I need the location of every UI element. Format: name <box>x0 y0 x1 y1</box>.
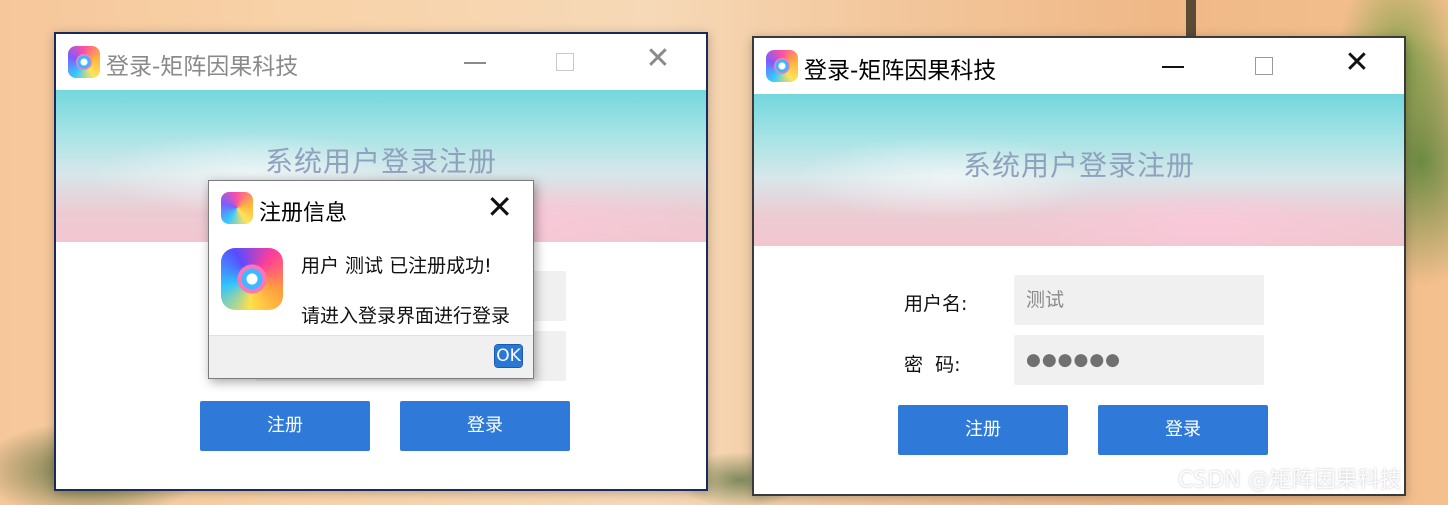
app-logo-icon <box>766 50 798 82</box>
app-logo-icon <box>221 248 283 310</box>
register-button[interactable]: 注册 <box>200 401 370 451</box>
dialog-title: 注册信息 <box>259 201 348 226</box>
dialog-footer: OK <box>209 335 533 378</box>
banner-title: 系统用户登录注册 <box>264 145 497 178</box>
palm-trunk <box>1186 0 1196 40</box>
window-title: 登录-矩阵因果科技 <box>106 54 299 80</box>
minimize-button[interactable] <box>460 48 490 78</box>
banner: 系统用户登录注册 <box>754 94 1404 246</box>
dialog-message-line1: 用户 测试 已注册成功! <box>301 255 492 277</box>
login-button[interactable]: 登录 <box>400 401 570 451</box>
maximize-icon <box>1255 57 1273 75</box>
titlebar[interactable]: 登录-矩阵因果科技 ✕ <box>754 38 1404 94</box>
password-field[interactable]: ●●●●●● <box>1014 335 1264 385</box>
password-label: 密 码: <box>904 354 961 376</box>
banner-title: 系统用户登录注册 <box>962 149 1195 182</box>
app-logo-icon <box>68 46 100 78</box>
registration-info-dialog: 注册信息 ✕ 用户 测试 已注册成功! 请进入登录界面进行登录 OK <box>208 180 534 379</box>
maximize-button[interactable] <box>1250 52 1280 82</box>
minimize-icon <box>464 62 486 64</box>
titlebar[interactable]: 登录-矩阵因果科技 ✕ <box>56 34 706 90</box>
username-label: 用户名: <box>904 293 968 315</box>
maximize-icon <box>556 53 574 71</box>
csdn-watermark: CSDN @矩阵因果科技 <box>1178 468 1402 493</box>
window-title: 登录-矩阵因果科技 <box>804 58 997 84</box>
close-button[interactable]: ✕ <box>1342 48 1372 82</box>
username-field[interactable]: 测试 <box>1014 275 1264 325</box>
register-button[interactable]: 注册 <box>898 405 1068 455</box>
maximize-button[interactable] <box>551 48 581 78</box>
close-icon: ✕ <box>1344 45 1370 80</box>
ok-button[interactable]: OK <box>494 344 523 368</box>
close-icon[interactable]: ✕ <box>486 189 513 225</box>
app-logo-icon <box>221 192 253 224</box>
minimize-button[interactable] <box>1158 52 1188 82</box>
minimize-icon <box>1162 66 1184 68</box>
dialog-message-line2: 请进入登录界面进行登录 <box>301 305 511 327</box>
login-window-right: 登录-矩阵因果科技 ✕ 系统用户登录注册 用户名: 测试 密 码: ●●●●●●… <box>752 36 1406 496</box>
login-button[interactable]: 登录 <box>1098 405 1268 455</box>
close-icon: ✕ <box>645 41 671 76</box>
close-button[interactable]: ✕ <box>643 44 673 78</box>
